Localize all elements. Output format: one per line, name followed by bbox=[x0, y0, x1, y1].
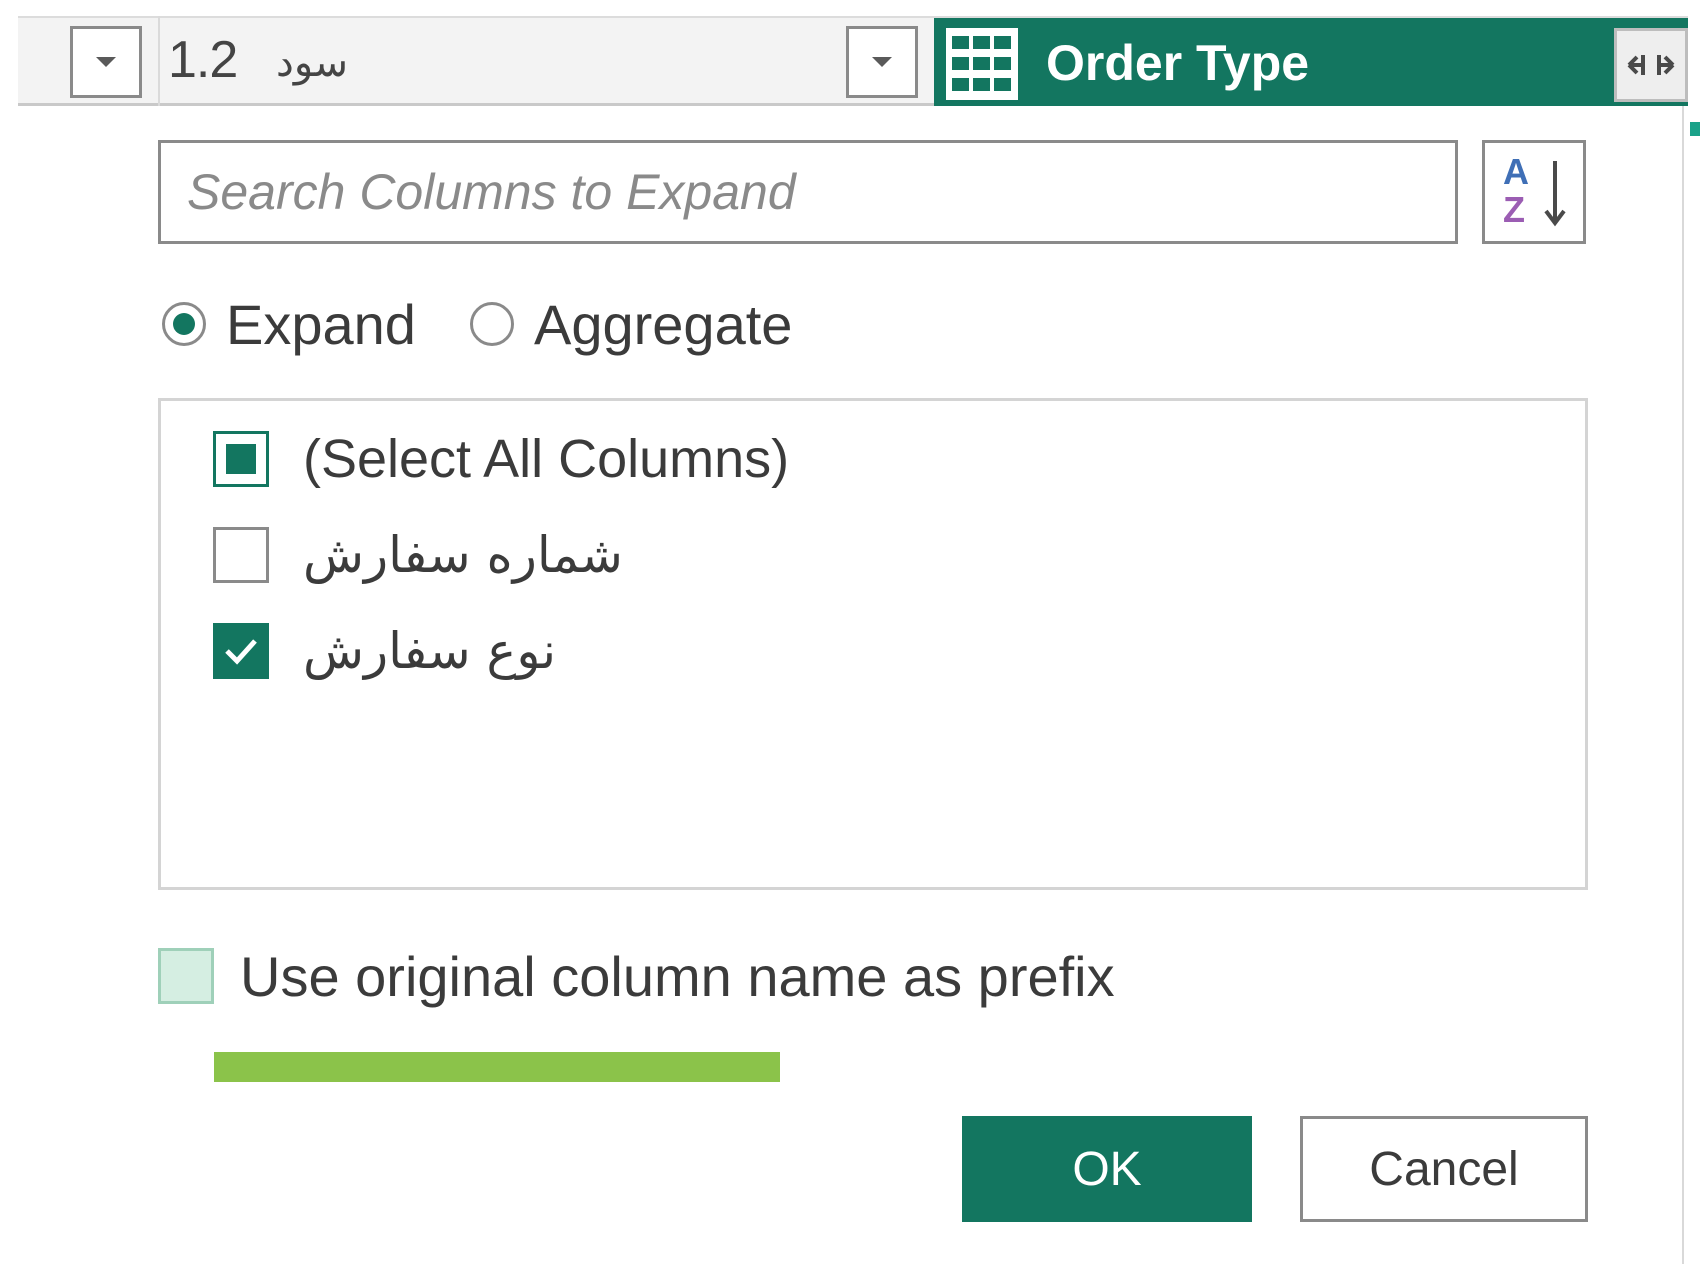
aggregate-label: Aggregate bbox=[534, 292, 793, 356]
column-header-previous bbox=[18, 16, 934, 106]
column-filter-dropdown[interactable] bbox=[846, 26, 918, 98]
list-item-label: شماره سفارش bbox=[303, 526, 623, 584]
aggregate-option[interactable]: Aggregate bbox=[470, 288, 792, 360]
search-columns-input[interactable] bbox=[158, 140, 1458, 244]
prefix-label: Use original column name as prefix bbox=[240, 944, 1115, 1008]
order-number-checkbox[interactable] bbox=[213, 527, 269, 583]
expand-radio[interactable] bbox=[162, 302, 206, 346]
list-item-label: نوع سفارش bbox=[303, 622, 557, 680]
column-name-label: سود bbox=[276, 40, 348, 86]
list-item-order-type[interactable]: نوع سفارش bbox=[213, 619, 556, 683]
aggregate-radio[interactable] bbox=[470, 302, 514, 346]
sort-az-button[interactable]: A Z bbox=[1482, 140, 1586, 244]
cancel-button[interactable]: Cancel bbox=[1300, 1116, 1588, 1222]
active-column-title: Order Type bbox=[1046, 35, 1310, 91]
list-item-label: (Select All Columns) bbox=[303, 429, 790, 489]
column-filter-dropdown-left[interactable] bbox=[70, 26, 142, 98]
prefix-option[interactable]: Use original column name as prefix bbox=[158, 944, 1115, 1008]
scrollbar-track[interactable] bbox=[1682, 106, 1684, 1264]
header-divider bbox=[158, 16, 160, 106]
table-icon bbox=[946, 28, 1018, 100]
ok-button[interactable]: OK bbox=[962, 1116, 1252, 1222]
column-type-label: 1.2 bbox=[168, 31, 238, 89]
order-type-checkbox[interactable] bbox=[213, 623, 269, 679]
sort-arrow-icon bbox=[1544, 161, 1566, 227]
column-list: (Select All Columns) شماره سفارش نوع سفا… bbox=[158, 398, 1588, 890]
scrollbar-thumb[interactable] bbox=[1690, 122, 1700, 136]
expand-columns-button[interactable] bbox=[1614, 28, 1688, 102]
sort-az-icon: A Z bbox=[1503, 151, 1529, 230]
prefix-checkbox[interactable] bbox=[158, 948, 214, 1004]
expand-option[interactable]: Expand bbox=[162, 288, 416, 360]
progress-fill bbox=[214, 1052, 780, 1082]
list-item-order-number[interactable]: شماره سفارش bbox=[213, 523, 623, 587]
progress-bar bbox=[214, 1052, 1224, 1082]
checkmark-icon bbox=[225, 639, 257, 665]
expand-label: Expand bbox=[226, 292, 416, 356]
select-all-checkbox[interactable] bbox=[213, 431, 269, 487]
list-item-select-all[interactable]: (Select All Columns) bbox=[213, 427, 789, 491]
expand-columns-icon bbox=[1627, 55, 1675, 75]
